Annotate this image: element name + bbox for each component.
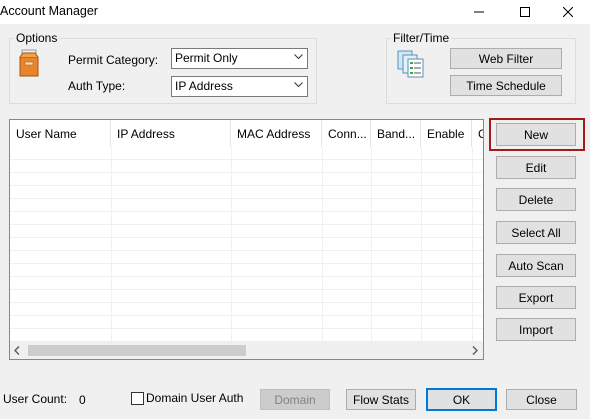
auth-type-label: Auth Type:: [68, 79, 126, 93]
chevron-down-icon: [294, 54, 303, 60]
select-all-button[interactable]: Select All: [496, 221, 576, 244]
edit-button[interactable]: Edit: [496, 156, 576, 179]
table-grid-row: [10, 199, 483, 212]
auth-type-value: IP Address: [175, 79, 233, 93]
auto-scan-button[interactable]: Auto Scan: [496, 254, 576, 277]
table-grid-row: [10, 329, 483, 342]
import-button[interactable]: Import: [496, 318, 576, 341]
checkbox-box[interactable]: [131, 391, 144, 405]
auth-type-select[interactable]: IP Address: [171, 76, 308, 97]
col-bandwidth[interactable]: Band...: [371, 120, 421, 147]
table-grid-column-line: [111, 147, 112, 342]
domain-button[interactable]: Domain: [260, 389, 330, 410]
close-icon: [563, 7, 573, 17]
minimize-icon: [474, 11, 484, 13]
title-bar: Account Manager: [0, 0, 590, 24]
close-window-button[interactable]: [545, 0, 590, 24]
maximize-button[interactable]: [502, 0, 548, 24]
new-button[interactable]: New: [496, 123, 576, 146]
time-schedule-button[interactable]: Time Schedule: [450, 75, 562, 96]
user-count-label: User Count:: [3, 392, 68, 406]
permit-category-value: Permit Only: [175, 51, 238, 65]
user-table[interactable]: User Name IP Address MAC Address Conn...…: [9, 119, 484, 360]
col-ip-address[interactable]: IP Address: [111, 120, 231, 147]
table-grid-row: [10, 147, 483, 160]
domain-user-auth-label: Domain User Auth: [146, 391, 244, 405]
table-grid-row: [10, 251, 483, 264]
close-button[interactable]: Close: [506, 389, 577, 410]
scroll-right-icon[interactable]: [472, 346, 478, 355]
chevron-down-icon: [294, 82, 303, 88]
col-truncated[interactable]: C: [472, 120, 483, 147]
scroll-left-icon[interactable]: [14, 346, 20, 355]
col-enable[interactable]: Enable: [421, 120, 472, 147]
scrollbar-thumb[interactable]: [28, 345, 246, 356]
table-header: User Name IP Address MAC Address Conn...…: [10, 120, 483, 147]
web-filter-button[interactable]: Web Filter: [450, 48, 562, 69]
table-grid-column-line: [472, 147, 473, 342]
col-user-name[interactable]: User Name: [10, 120, 111, 147]
table-grid-row: [10, 225, 483, 238]
user-count-value: 0: [79, 393, 86, 407]
window-title: Account Manager: [0, 4, 98, 18]
table-grid-column-line: [371, 147, 372, 342]
folder-tray-icon: [19, 49, 39, 77]
table-grid-row: [10, 173, 483, 186]
ok-button[interactable]: OK: [426, 388, 497, 411]
delete-button[interactable]: Delete: [496, 188, 576, 211]
table-grid-row: [10, 212, 483, 225]
table-grid-row: [10, 277, 483, 290]
table-grid-row: [10, 186, 483, 199]
export-button[interactable]: Export: [496, 286, 576, 309]
filter-list-icon: [397, 50, 424, 78]
filter-time-legend: Filter/Time: [393, 31, 450, 45]
table-grid-row: [10, 290, 483, 303]
flow-stats-button[interactable]: Flow Stats: [346, 389, 416, 410]
options-legend: Options: [16, 31, 58, 45]
permit-category-select[interactable]: Permit Only: [171, 48, 308, 69]
table-grid-row: [10, 316, 483, 329]
col-mac-address[interactable]: MAC Address: [231, 120, 322, 147]
table-grid-column-line: [231, 147, 232, 342]
table-grid-column-line: [421, 147, 422, 342]
table-grid-row: [10, 160, 483, 173]
maximize-icon: [520, 7, 530, 17]
horizontal-scrollbar[interactable]: [10, 342, 483, 359]
table-grid-row: [10, 264, 483, 277]
col-connection[interactable]: Conn...: [322, 120, 371, 147]
table-grid-row: [10, 303, 483, 316]
table-grid-row: [10, 238, 483, 251]
minimize-button[interactable]: [456, 0, 502, 24]
table-grid-column-line: [322, 147, 323, 342]
domain-user-auth-checkbox[interactable]: Domain User Auth: [131, 391, 243, 405]
permit-category-label: Permit Category:: [68, 53, 159, 67]
